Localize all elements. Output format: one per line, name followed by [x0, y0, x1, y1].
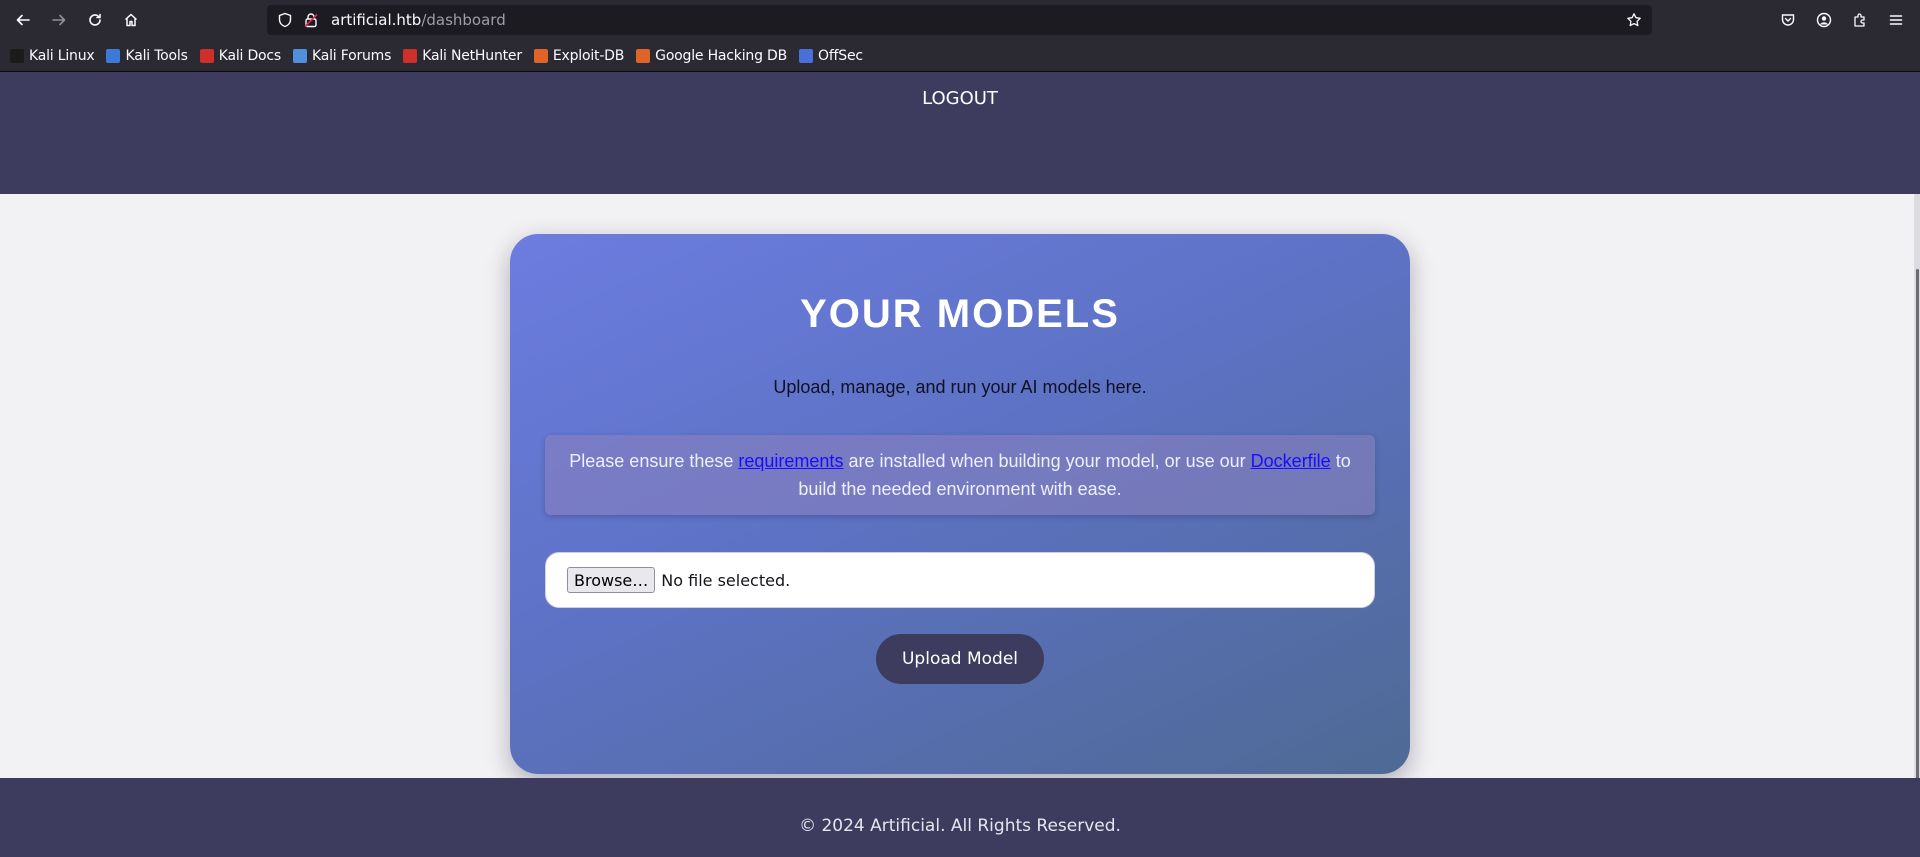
back-button[interactable]	[5, 0, 41, 40]
dockerfile-link[interactable]: Dockerfile	[1251, 451, 1331, 471]
page-scrollbar[interactable]	[1914, 194, 1920, 848]
bookmark-google-hacking-db[interactable]: Google Hacking DB	[636, 48, 787, 64]
extensions-button[interactable]	[1842, 0, 1878, 40]
logout-link[interactable]: LOGOUT	[0, 88, 1920, 109]
puzzle-icon	[1854, 13, 1865, 27]
url-text[interactable]: artificial.htb/dashboard	[331, 11, 506, 29]
home-icon	[124, 13, 138, 27]
menu-button[interactable]	[1878, 0, 1914, 40]
site-footer: © 2024 Artificial. All Rights Reserved.	[0, 778, 1920, 857]
file-status: No file selected.	[661, 570, 791, 590]
scrollbar-thumb[interactable]	[1916, 269, 1919, 844]
bookmark-kali-nethunter[interactable]: Kali NetHunter	[403, 48, 522, 64]
model-file-input[interactable]: Browse… No file selected.	[545, 552, 1375, 608]
upload-model-button[interactable]: Upload Model	[876, 634, 1044, 684]
bookmark-exploit-db[interactable]: Exploit-DB	[533, 47, 625, 64]
bookmark-label: Kali Linux	[29, 47, 95, 64]
bookmark-label: Kali Tools	[125, 47, 188, 64]
toolbar-right-icons	[1770, 0, 1920, 40]
pocket-button[interactable]	[1770, 0, 1806, 40]
site-header: LOGOUT	[0, 72, 1920, 194]
bookmarks-bar: Kali Linux Kali Tools Kali Docs Kali For…	[0, 40, 1920, 72]
bookmark-offsec[interactable]: OffSec	[799, 48, 863, 64]
reload-icon	[89, 13, 101, 26]
home-button[interactable]	[113, 0, 149, 40]
ghdb-icon	[636, 48, 651, 63]
reload-button[interactable]	[77, 0, 113, 40]
kali-forums-icon	[292, 48, 307, 63]
bookmark-label: OffSec	[818, 47, 863, 64]
kali-docs-icon	[199, 48, 214, 63]
lock-icon[interactable]	[303, 12, 319, 28]
browser-toolbar: artificial.htb/dashboard	[0, 0, 1920, 40]
requirements-link[interactable]: requirements	[738, 451, 843, 471]
bookmark-label: Google Hacking DB	[655, 47, 787, 64]
models-card: YOUR MODELS Upload, manage, and run your…	[510, 234, 1410, 774]
bookmark-label: Kali Forums	[311, 47, 392, 64]
browse-button[interactable]: Browse…	[567, 567, 656, 593]
requirements-notice: Please ensure these requirements are ins…	[545, 435, 1375, 515]
bookmark-kali-linux[interactable]: Kali Linux	[10, 47, 95, 64]
bookmark-kali-tools[interactable]: Kali Tools	[106, 47, 188, 64]
kali-tools-icon	[106, 48, 121, 63]
page-title: YOUR MODELS	[800, 292, 1120, 336]
exploit-db-icon	[533, 48, 548, 63]
nethunter-icon	[403, 48, 418, 63]
notice-text-start: Please ensure these	[569, 451, 739, 471]
page-subtitle: Upload, manage, and run your AI models h…	[773, 377, 1147, 397]
bookmark-kali-docs[interactable]: Kali Docs	[199, 47, 281, 64]
page-content: LOGOUT YOUR MODELS Upload, manage, and r…	[0, 72, 1920, 857]
copyright-text: © 2024 Artificial. All Rights Reserved.	[799, 816, 1121, 836]
arrow-right-icon	[52, 14, 66, 26]
url-bar[interactable]: artificial.htb/dashboard	[267, 5, 1652, 35]
pocket-icon	[1781, 14, 1795, 26]
url-host: artificial.htb	[331, 11, 422, 29]
account-icon	[1816, 12, 1832, 28]
notice-text-middle: are installed when building your model, …	[843, 451, 1251, 471]
bookmark-star-icon[interactable]	[1626, 12, 1642, 28]
bookmark-label: Kali NetHunter	[422, 47, 522, 64]
forward-button[interactable]	[41, 0, 77, 40]
url-path: /dashboard	[421, 11, 506, 29]
bookmark-kali-forums[interactable]: Kali Forums	[292, 47, 392, 64]
hamburger-menu-icon	[1889, 15, 1903, 25]
kali-dragon-icon	[10, 48, 24, 63]
shield-icon[interactable]	[277, 12, 293, 28]
arrow-left-icon	[16, 14, 30, 26]
bookmark-label: Exploit-DB	[552, 47, 625, 64]
account-button[interactable]	[1806, 0, 1842, 40]
offsec-icon	[799, 48, 813, 63]
bookmark-label: Kali Docs	[218, 47, 281, 64]
